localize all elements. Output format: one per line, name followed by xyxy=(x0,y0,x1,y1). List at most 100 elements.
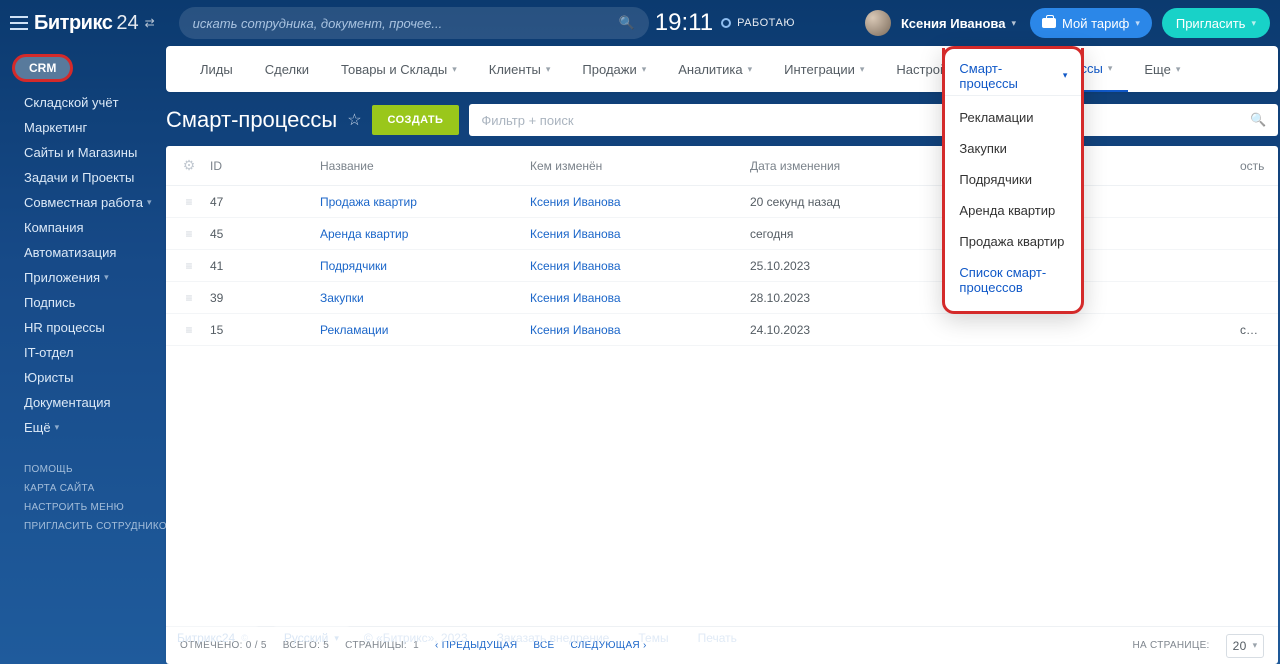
sidebar-item[interactable]: Сайты и Магазины xyxy=(0,140,166,165)
cell-by[interactable]: Ксения Иванова xyxy=(524,291,744,305)
dropdown-item[interactable]: Подрядчики xyxy=(945,164,1081,195)
tab[interactable]: Сделки xyxy=(249,46,325,92)
tab[interactable]: Товары и Склады▾ xyxy=(325,46,473,92)
cell-by[interactable]: Ксения Иванова xyxy=(524,323,744,337)
tab[interactable]: Продажи▾ xyxy=(566,46,662,92)
sidebar-item[interactable]: Документация xyxy=(0,390,166,415)
drag-handle-icon[interactable]: ≡ xyxy=(174,195,204,209)
main: ЛидыСделкиТовары и Склады▾Клиенты▾Продаж… xyxy=(166,46,1280,664)
sidebar-item[interactable]: Складской учёт xyxy=(0,90,166,115)
tab[interactable]: Аналитика▾ xyxy=(662,46,768,92)
gear-icon[interactable]: ⚙ xyxy=(174,157,204,174)
cell-name[interactable]: Аренда квартир xyxy=(314,227,524,241)
shell: CRM Складской учётМаркетингСайты и Магаз… xyxy=(0,46,1280,664)
dropdown-item[interactable]: Рекламации xyxy=(945,102,1081,133)
filter-search[interactable]: 🔍 xyxy=(469,104,1278,136)
search-icon: 🔍 xyxy=(618,15,634,31)
tab[interactable]: Интеграции▾ xyxy=(768,46,880,92)
invite-button[interactable]: Пригласить ▾ xyxy=(1162,8,1270,38)
invite-label: Пригласить xyxy=(1176,16,1246,31)
cell-name[interactable]: Закупки xyxy=(314,291,524,305)
crm-tabs: ЛидыСделкиТовары и Склады▾Клиенты▾Продаж… xyxy=(166,46,1278,92)
sidebar-item[interactable]: Автоматизация xyxy=(0,240,166,265)
sidebar-item[interactable]: Компания xyxy=(0,215,166,240)
drag-handle-icon[interactable]: ≡ xyxy=(174,291,204,305)
create-button[interactable]: СОЗДАТЬ xyxy=(372,105,460,135)
star-icon[interactable]: ☆ xyxy=(347,110,361,130)
title-row: Смарт-процессы ☆ СОЗДАТЬ 🔍 xyxy=(166,104,1278,136)
drag-handle-icon[interactable]: ≡ xyxy=(174,227,204,241)
table-row[interactable]: ≡41ПодрядчикиКсения Иванова25.10.2023 xyxy=(166,250,1278,282)
tab[interactable]: Лиды xyxy=(184,46,249,92)
global-search[interactable]: 🔍 xyxy=(179,7,649,39)
cell-extra: сегодня xyxy=(1234,323,1270,337)
sidebar-item[interactable]: Ещё▾ xyxy=(0,415,166,440)
cell-name[interactable]: Подрядчики xyxy=(314,259,524,273)
cell-by[interactable]: Ксения Иванова xyxy=(524,195,744,209)
th-extra[interactable]: ость xyxy=(1234,159,1270,173)
sidebar-item[interactable]: Приложения▾ xyxy=(0,265,166,290)
sidebar-sub-item[interactable]: КАРТА САЙТА xyxy=(0,479,166,498)
cell-id: 39 xyxy=(204,291,314,305)
footer-brand-box[interactable]: Битрикс24© xyxy=(166,626,259,650)
chevron-down-icon: ▾ xyxy=(147,197,152,208)
status-text[interactable]: РАБОТАЮ xyxy=(737,17,795,29)
cell-name[interactable]: Продажа квартир xyxy=(314,195,524,209)
user-name[interactable]: Ксения Иванова xyxy=(901,16,1006,31)
smart-process-dropdown: Смарт-процессы ▾ РекламацииЗакупкиПодряд… xyxy=(942,48,1084,314)
sidebar-item-label: Задачи и Проекты xyxy=(24,170,134,185)
footer-link[interactable]: Темы xyxy=(638,631,668,645)
drag-handle-icon[interactable]: ≡ xyxy=(174,259,204,273)
hamburger-icon[interactable] xyxy=(10,16,28,30)
chevron-down-icon: ▾ xyxy=(334,633,339,644)
cell-by[interactable]: Ксения Иванова xyxy=(524,259,744,273)
dropdown-accent-item[interactable]: Список смарт-процессов xyxy=(945,257,1081,303)
th-id[interactable]: ID xyxy=(204,159,314,173)
table-row[interactable]: ≡45Аренда квартирКсения Ивановасегодня xyxy=(166,218,1278,250)
sidebar-item-label: Подпись xyxy=(24,295,75,310)
cell-name[interactable]: Рекламации xyxy=(314,323,524,337)
chevron-down-icon: ▾ xyxy=(1135,18,1140,29)
cell-by[interactable]: Ксения Иванова xyxy=(524,227,744,241)
filter-input[interactable] xyxy=(481,113,1250,128)
sidebar-item[interactable]: HR процессы xyxy=(0,315,166,340)
sidebar-sub-item[interactable]: НАСТРОИТЬ МЕНЮ xyxy=(0,498,166,517)
table-row[interactable]: ≡15РекламацииКсения Иванова24.10.2023сег… xyxy=(166,314,1278,346)
chevron-down-icon: ▾ xyxy=(104,272,109,283)
sidebar-item[interactable]: Юристы xyxy=(0,365,166,390)
tariff-button[interactable]: Мой тариф ▾ xyxy=(1030,8,1152,38)
sidebar-item[interactable]: IT-отдел xyxy=(0,340,166,365)
table-row[interactable]: ≡39ЗакупкиКсения Иванова28.10.2023 xyxy=(166,282,1278,314)
footer-link[interactable]: Печать xyxy=(698,631,737,645)
tab[interactable]: Клиенты▾ xyxy=(473,46,567,92)
sidebar-sub-item[interactable]: ПРИГЛАСИТЬ СОТРУДНИКОВ xyxy=(0,517,166,536)
footer-link[interactable]: Заказать внедрение xyxy=(497,631,610,645)
footer-lang-select[interactable]: Русский ▾ xyxy=(273,626,350,650)
tab[interactable]: Еще▾ xyxy=(1128,46,1196,92)
sidebar-item[interactable]: Совместная работа▾ xyxy=(0,190,166,215)
tab-label: Клиенты xyxy=(489,62,541,77)
table-row[interactable]: ≡47Продажа квартирКсения Иванова20 секун… xyxy=(166,186,1278,218)
global-search-input[interactable] xyxy=(193,16,619,31)
sidebar-sub-item[interactable]: ПОМОЩЬ xyxy=(0,460,166,479)
crm-badge[interactable]: CRM xyxy=(12,54,73,82)
swap-icon[interactable]: ⇄ xyxy=(145,16,155,30)
app-header: Битрикс 24 ⇄ 🔍 19:11 РАБОТАЮ Ксения Иван… xyxy=(0,0,1280,46)
dropdown-item[interactable]: Закупки xyxy=(945,133,1081,164)
dropdown-item[interactable]: Продажа квартир xyxy=(945,226,1081,257)
tab-label: Аналитика xyxy=(678,62,742,77)
sidebar-item[interactable]: Подпись xyxy=(0,290,166,315)
chevron-down-icon[interactable]: ▾ xyxy=(1011,18,1016,29)
th-by[interactable]: Кем изменён xyxy=(524,159,744,173)
drag-handle-icon[interactable]: ≡ xyxy=(174,323,204,337)
dropdown-tab-header[interactable]: Смарт-процессы ▾ xyxy=(945,56,1081,96)
data-table: ⚙ ID Название Кем изменён Дата изменения… xyxy=(166,146,1278,664)
page-title: Смарт-процессы xyxy=(166,107,337,133)
sidebar-item-label: Документация xyxy=(24,395,111,410)
sidebar-item[interactable]: Маркетинг xyxy=(0,115,166,140)
dropdown-item[interactable]: Аренда квартир xyxy=(945,195,1081,226)
th-name[interactable]: Название xyxy=(314,159,524,173)
avatar[interactable] xyxy=(865,10,891,36)
sidebar-item[interactable]: Задачи и Проекты xyxy=(0,165,166,190)
chevron-down-icon: ▾ xyxy=(1108,63,1113,74)
